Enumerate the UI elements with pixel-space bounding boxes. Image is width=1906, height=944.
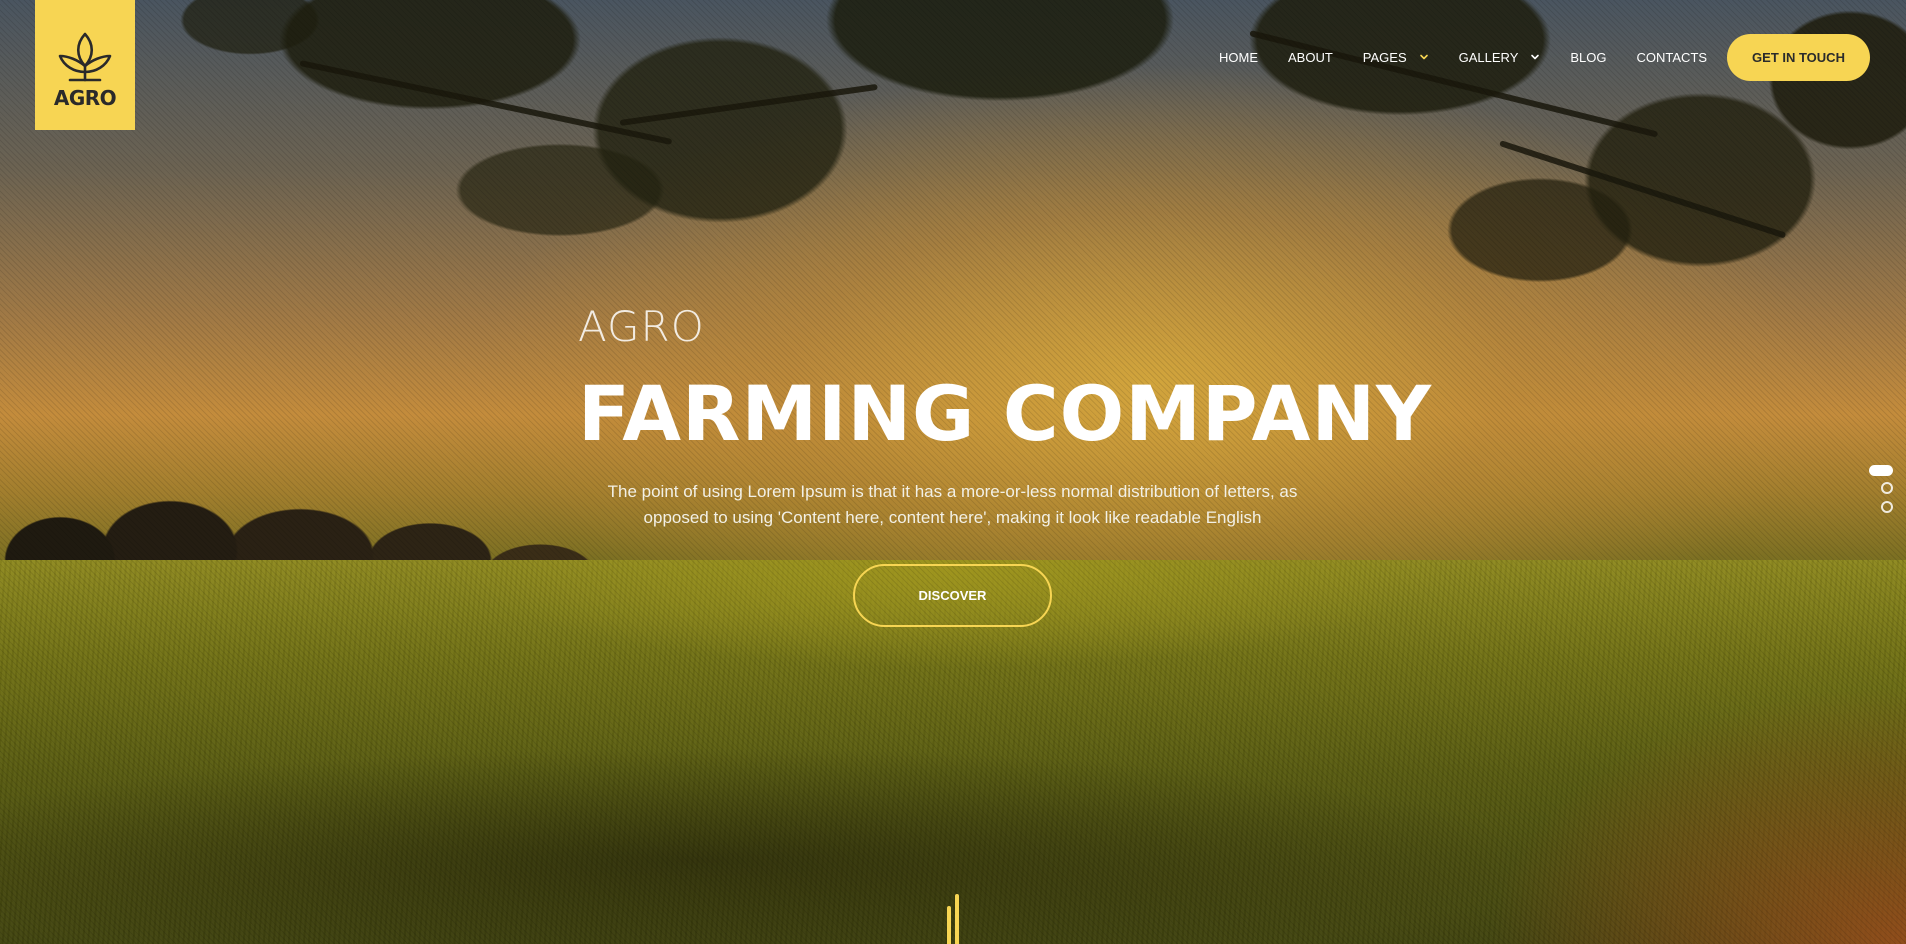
- nav-item-label: CONTACTS: [1636, 49, 1708, 65]
- nav-item-blog[interactable]: BLOG: [1570, 50, 1606, 65]
- sun-glow: [1486, 684, 1906, 944]
- nav-item-label: BLOG: [1570, 49, 1607, 65]
- slider-dot-3[interactable]: [1881, 501, 1893, 513]
- branch: [1249, 30, 1659, 138]
- nav-item-label: GALLERY: [1458, 49, 1519, 65]
- nav-item-label: HOME: [1219, 49, 1258, 65]
- sprout-icon: [58, 32, 112, 82]
- hero-headline: FARMING COMPANY: [578, 369, 1433, 458]
- nav-item-about[interactable]: ABOUT: [1288, 50, 1333, 65]
- nav-item-contacts[interactable]: CONTACTS: [1637, 50, 1708, 65]
- logo-text: AGRO: [53, 86, 117, 110]
- branch: [299, 60, 673, 145]
- branch: [619, 83, 878, 126]
- slider-pagination: [1863, 465, 1893, 520]
- chevron-down-icon: [1531, 54, 1540, 60]
- hero-lead-text: The point of using Lorem Ipsum is that i…: [607, 482, 1298, 527]
- nav-item-home[interactable]: HOME: [1219, 50, 1258, 65]
- branch: [1499, 140, 1787, 239]
- discover-button[interactable]: DISCOVER: [853, 564, 1052, 627]
- chevron-down-icon: [1419, 54, 1428, 60]
- nav-item-gallery[interactable]: GALLERY: [1459, 50, 1541, 65]
- logo[interactable]: AGRO: [35, 0, 135, 130]
- slider-dot-1[interactable]: [1869, 465, 1893, 476]
- slider-dot-2[interactable]: [1881, 482, 1893, 494]
- main-nav: HOME ABOUT PAGES GALLERY BLOG CONTACTS: [1219, 48, 1737, 66]
- get-in-touch-button[interactable]: GET IN TOUCH: [1727, 34, 1870, 81]
- nav-item-label: PAGES: [1362, 49, 1407, 65]
- scroll-down-indicator[interactable]: [945, 894, 961, 944]
- hero-section: AGRO HOME ABOUT PAGES GALLERY BLOG CONTA…: [0, 0, 1906, 944]
- hero-eyebrow: AGRO: [578, 302, 705, 351]
- scroll-bar-tall: [955, 894, 959, 944]
- scroll-bar-short: [947, 906, 951, 944]
- nav-item-pages[interactable]: PAGES: [1363, 50, 1429, 65]
- nav-item-label: ABOUT: [1288, 49, 1333, 65]
